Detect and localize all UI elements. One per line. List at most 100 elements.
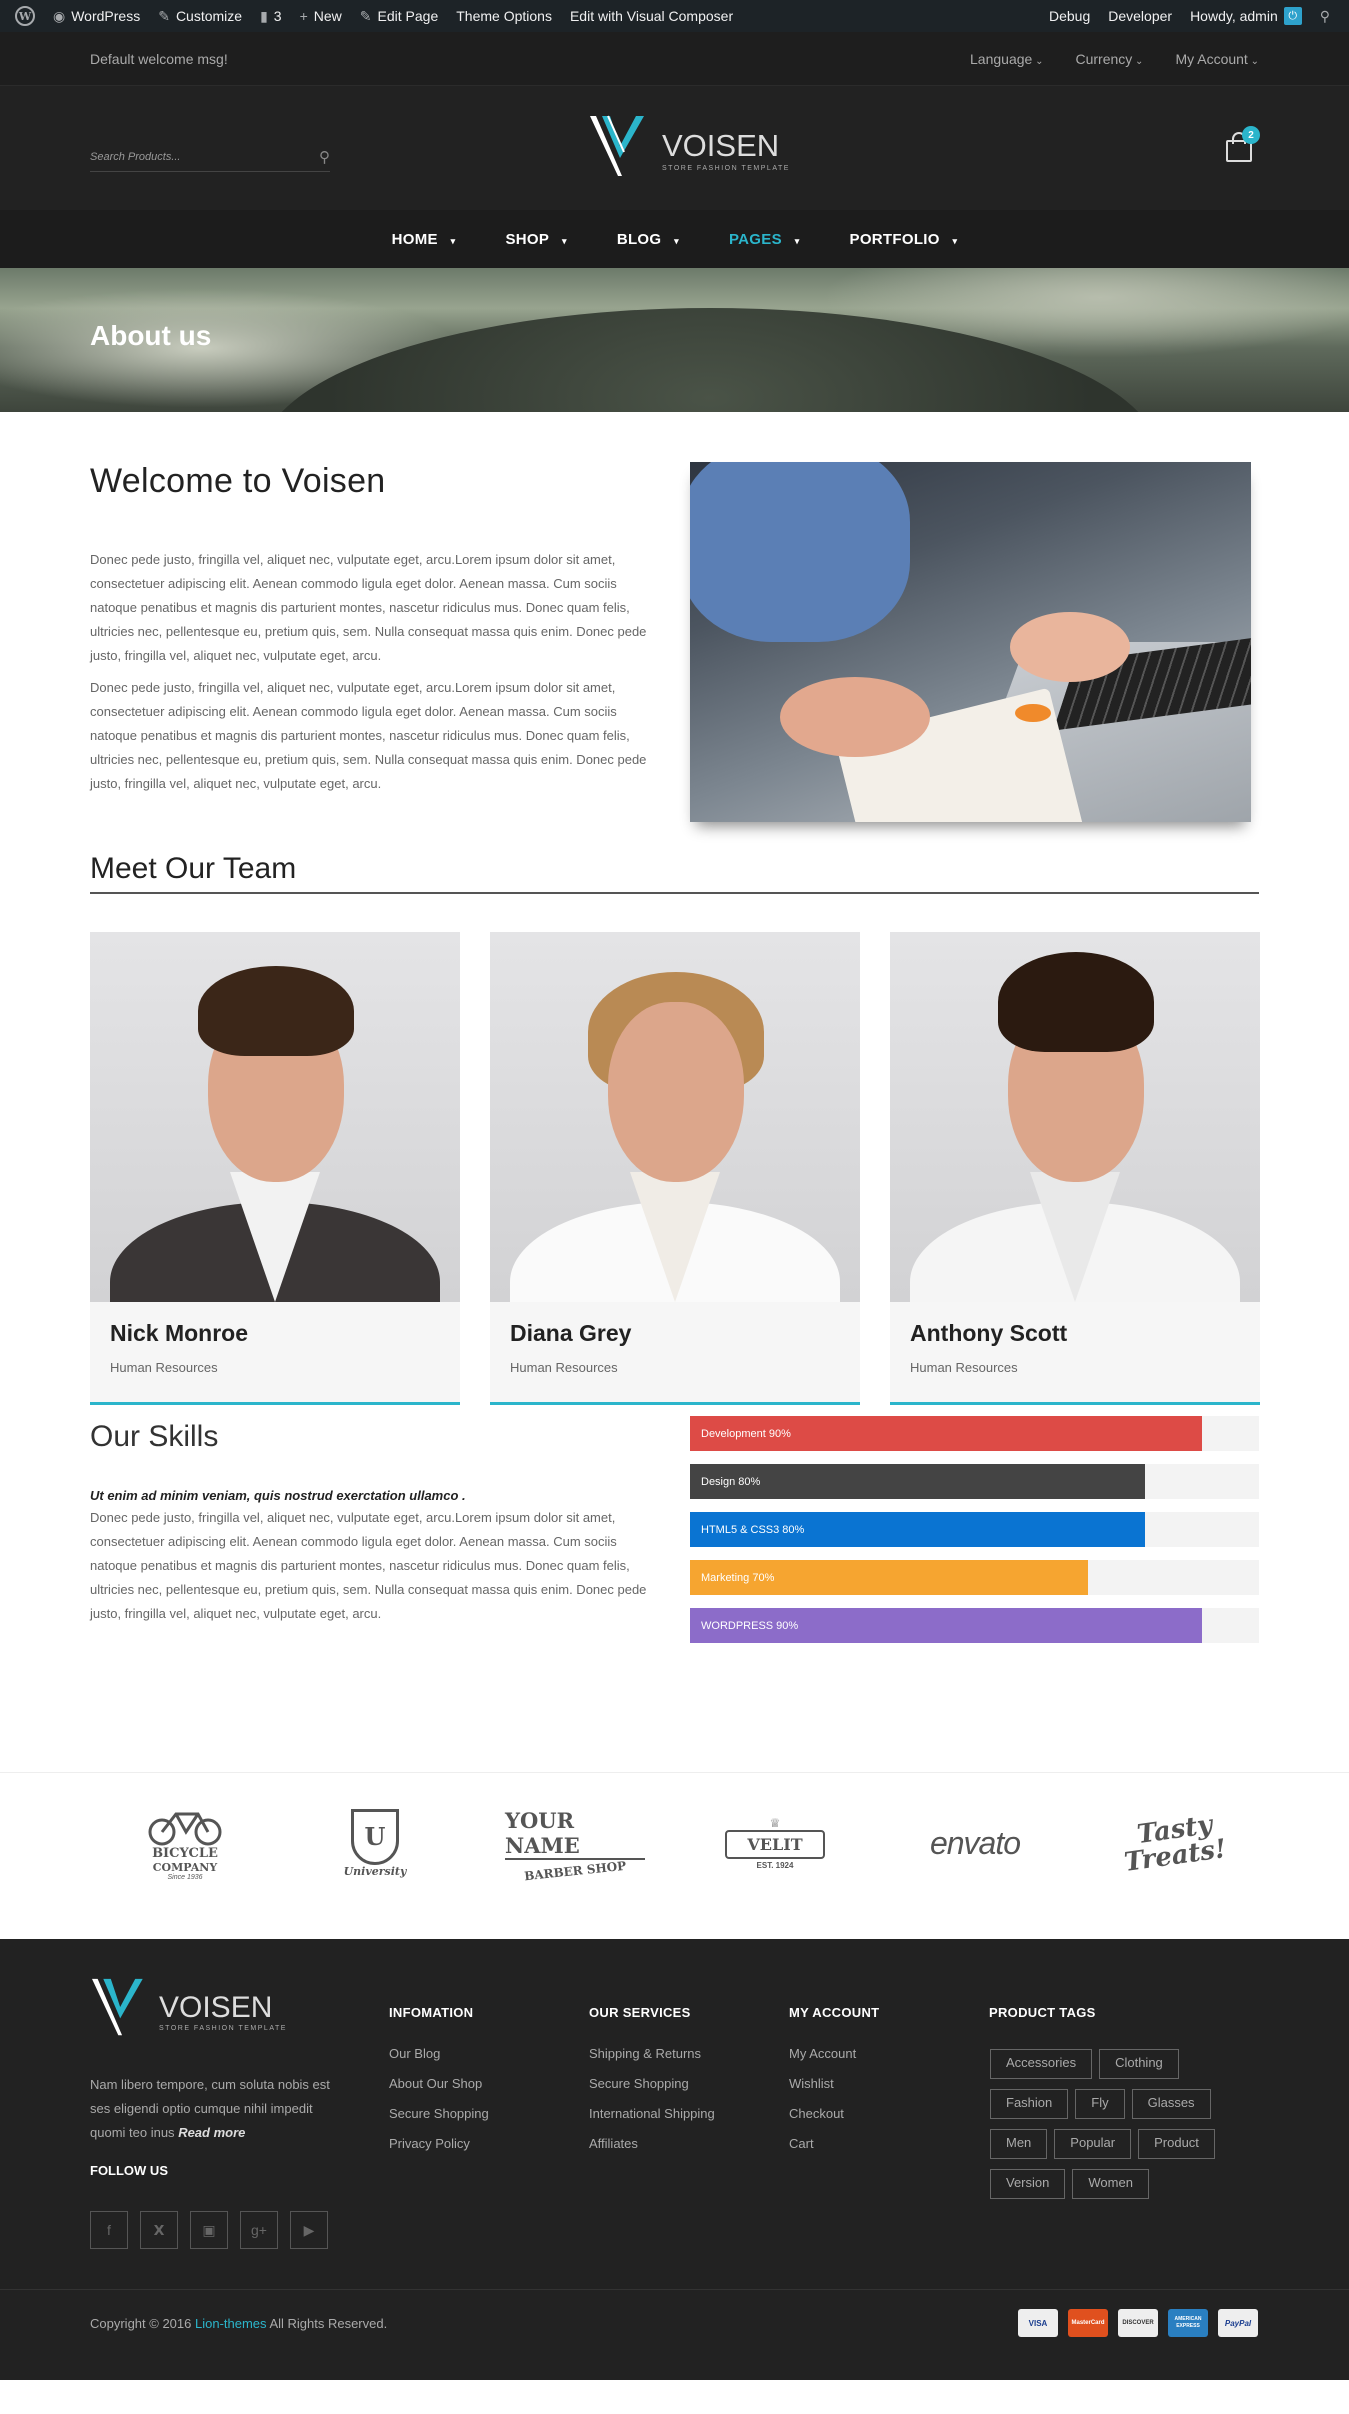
site-footer: VOISEN STORE FASHION TEMPLATE Nam libero…	[0, 1939, 1349, 2380]
nav-pages[interactable]: PAGES	[704, 231, 825, 248]
tag-link[interactable]: Accessories	[990, 2049, 1093, 2079]
instagram-icon[interactable]: ▣	[190, 2211, 228, 2249]
dashboard-icon: ◉	[53, 7, 66, 24]
photo-hair	[198, 966, 354, 1056]
developer-link[interactable]: Developer	[1099, 0, 1181, 32]
skill-bar-fill: Design 80%	[690, 1464, 1146, 1499]
theme-options-label: Theme Options	[456, 8, 552, 24]
nav-shop[interactable]: SHOP	[480, 231, 591, 248]
tag-link[interactable]: Clothing	[1099, 2049, 1179, 2079]
team-heading: Meet Our Team	[90, 852, 297, 885]
barber-shop-logo[interactable]: YOUR NAME BARBER SHOP	[505, 1803, 645, 1883]
tag-link[interactable]: Popular	[1054, 2129, 1132, 2159]
my-account-dropdown[interactable]: My Account	[1175, 51, 1259, 67]
currency-dropdown[interactable]: Currency	[1075, 51, 1143, 67]
debug-link[interactable]: Debug	[1040, 0, 1099, 32]
footer-link[interactable]: My Account	[789, 2046, 879, 2076]
read-more-link[interactable]: Read more	[178, 2125, 245, 2140]
photo-face	[608, 1002, 744, 1182]
social-links: f 𝗫 ▣ g+ ▶	[90, 2211, 328, 2249]
customize-link[interactable]: ✎ Customize	[149, 0, 251, 32]
skills-section: Our Skills Ut enim ad minim veniam, quis…	[0, 1392, 1349, 1772]
photo-mouse	[1015, 704, 1051, 722]
main-navigation: HOME SHOP BLOG PAGES PORTFOLIO	[0, 210, 1349, 268]
lion-themes-link[interactable]: Lion-themes	[195, 2316, 267, 2331]
account-menu[interactable]: Howdy, admin ⏻	[1181, 0, 1311, 32]
tag-link[interactable]: Product	[1138, 2129, 1215, 2159]
team-card[interactable]: Nick Monroe Human Resources	[90, 932, 460, 1405]
skills-text: Donec pede justo, fringilla vel, aliquet…	[90, 1510, 647, 1621]
visual-composer-link[interactable]: Edit with Visual Composer	[561, 0, 742, 32]
footer-link[interactable]: Affiliates	[589, 2136, 715, 2166]
pencil-icon: ✎	[359, 7, 372, 24]
page-title: About us	[90, 320, 212, 351]
footer-column-title: INFOMATION	[389, 2005, 474, 2020]
heading-divider	[90, 892, 1259, 894]
footer-link[interactable]: International Shipping	[589, 2106, 715, 2136]
footer-about: Nam libero tempore, cum soluta nobis est…	[90, 2073, 350, 2145]
nav-portfolio[interactable]: PORTFOLIO	[825, 231, 983, 248]
velit-logo[interactable]: ♕ VELIT EST. 1924	[705, 1803, 845, 1883]
footer-link[interactable]: Secure Shopping	[389, 2106, 489, 2136]
search-icon[interactable]: ⚲	[319, 148, 330, 166]
footer-link[interactable]: Shipping & Returns	[589, 2046, 715, 2076]
skill-bar-fill: WORDPRESS 90%	[690, 1608, 1203, 1643]
university-logo[interactable]: U University	[330, 1803, 420, 1883]
team-member-role: Human Resources	[110, 1360, 218, 1375]
team-member-role: Human Resources	[510, 1360, 618, 1375]
comments-link[interactable]: ▮ 3	[251, 0, 291, 32]
footer-column-information: INFOMATION Our Blog About Our Shop Secur…	[389, 2005, 489, 2166]
debug-label: Debug	[1048, 8, 1091, 24]
twitter-icon[interactable]: 𝗫	[140, 2211, 178, 2249]
theme-options-link[interactable]: Theme Options	[447, 0, 561, 32]
admin-search-button[interactable]: ⚲	[1311, 0, 1339, 32]
google-plus-icon[interactable]: g+	[240, 2211, 278, 2249]
skill-bar-track: Design 80%	[690, 1464, 1259, 1499]
footer-logo[interactable]: VOISEN STORE FASHION TEMPLATE	[90, 1977, 287, 2039]
discover-icon: DISCOVER	[1118, 2309, 1158, 2337]
envato-logo[interactable]: envato	[900, 1803, 1050, 1883]
site-name-label: WordPress	[71, 8, 141, 24]
nav-blog[interactable]: BLOG	[592, 231, 704, 248]
team-section: Meet Our Team Nick Monroe Human Resource…	[0, 834, 1349, 1405]
envato-label: envato	[929, 1824, 1021, 1861]
footer-logo-tagline: STORE FASHION TEMPLATE	[159, 2025, 287, 2032]
footer-link[interactable]: Wishlist	[789, 2076, 879, 2106]
footer-link[interactable]: Privacy Policy	[389, 2136, 489, 2166]
site-name-menu[interactable]: ◉ WordPress	[44, 0, 149, 32]
velit-line2: EST. 1924	[756, 1861, 794, 1870]
cart-button[interactable]: 2	[1224, 126, 1260, 162]
skill-bar-track: Development 90%	[690, 1416, 1259, 1451]
bicycle-company-logo[interactable]: BICYCLE COMPANY Since 1936	[130, 1803, 240, 1883]
team-card[interactable]: Diana Grey Human Resources	[490, 932, 860, 1405]
tag-link[interactable]: Glasses	[1131, 2089, 1211, 2119]
skill-bar-track: Marketing 70%	[690, 1560, 1259, 1595]
comment-icon: ▮	[260, 7, 268, 24]
language-dropdown[interactable]: Language	[970, 51, 1043, 67]
facebook-icon[interactable]: f	[90, 2211, 128, 2249]
edit-page-link[interactable]: ✎ Edit Page	[351, 0, 447, 32]
footer-link[interactable]: About Our Shop	[389, 2076, 489, 2106]
tasty-treats-logo[interactable]: Tasty Treats!	[1110, 1803, 1240, 1883]
wordpress-menu[interactable]: W	[6, 0, 44, 32]
search-products-input[interactable]: Search Products... ⚲	[90, 142, 330, 172]
footer-link[interactable]: Cart	[789, 2136, 879, 2166]
tag-link[interactable]: Men	[990, 2129, 1048, 2159]
photo-hand	[1010, 612, 1130, 682]
youtube-icon[interactable]: ▶	[290, 2211, 328, 2249]
welcome-heading: Welcome to Voisen	[90, 462, 386, 500]
admin-bar: W ◉ WordPress ✎ Customize ▮ 3 + New ✎ Ed…	[0, 0, 1349, 32]
tag-link[interactable]: Version	[990, 2169, 1066, 2199]
footer-link[interactable]: Secure Shopping	[589, 2076, 715, 2106]
tag-link[interactable]: Women	[1072, 2169, 1149, 2199]
footer-link[interactable]: Checkout	[789, 2106, 879, 2136]
new-content-menu[interactable]: + New	[291, 0, 351, 32]
footer-link[interactable]: Our Blog	[389, 2046, 489, 2076]
site-logo[interactable]: VOISEN STORE FASHION TEMPLATE	[588, 114, 790, 180]
nav-home[interactable]: HOME	[367, 231, 481, 248]
tag-link[interactable]: Fashion	[990, 2089, 1069, 2119]
tag-link[interactable]: Fly	[1075, 2089, 1125, 2119]
team-card[interactable]: Anthony Scott Human Resources	[890, 932, 1260, 1405]
welcome-paragraph-1: Donec pede justo, fringilla vel, aliquet…	[90, 552, 647, 663]
visual-composer-label: Edit with Visual Composer	[569, 8, 734, 24]
